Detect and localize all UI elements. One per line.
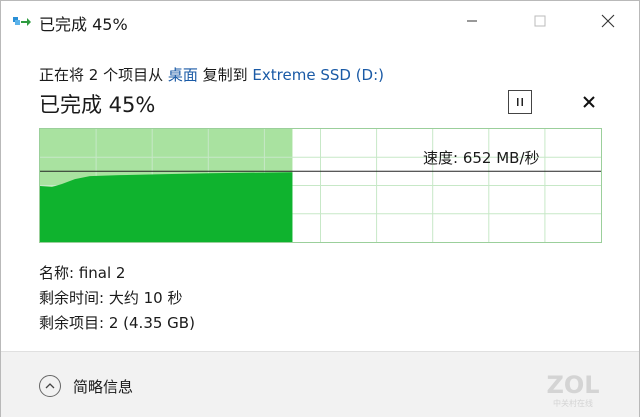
title-bar: 已完成 45% [1, 1, 639, 41]
cancel-icon [583, 96, 595, 108]
maximize-icon [534, 15, 546, 27]
pause-icon [517, 98, 523, 106]
time-value: 大约 10 秒 [108, 289, 183, 307]
cancel-button[interactable] [577, 90, 601, 114]
name-label: 名称: [39, 264, 75, 282]
close-icon [601, 14, 615, 28]
copy-dialog-window: 已完成 45% 正在将 2 个项目从 桌面 复制到 Extreme SSD (D… [0, 0, 640, 417]
transfer-speed-graph [39, 128, 602, 243]
collapse-details-button[interactable] [39, 375, 61, 397]
close-window-button[interactable] [585, 1, 631, 41]
items-value: 2 (4.35 GB) [108, 314, 195, 332]
speed-label: 速度: 652 MB/秒 [423, 149, 540, 167]
items-label: 剩余项目: [39, 314, 105, 332]
collapse-details-label[interactable]: 简略信息 [73, 376, 133, 397]
window-title: 已完成 45% [39, 15, 128, 34]
time-row: 剩余时间: 大约 10 秒 [39, 286, 195, 311]
subtitle-prefix: 正在将 2 个项目从 [39, 66, 168, 84]
minimize-button[interactable] [449, 1, 495, 41]
speed-history-area [40, 172, 293, 242]
name-value: final 2 [78, 264, 126, 282]
source-link[interactable]: 桌面 [168, 66, 198, 84]
details-panel: 名称: final 2 剩余时间: 大约 10 秒 剩余项目: 2 (4.35 … [39, 261, 195, 336]
pause-button[interactable] [508, 90, 532, 114]
maximize-button[interactable] [517, 1, 563, 41]
watermark-text: ZOL [546, 371, 599, 399]
minimize-icon [467, 20, 477, 22]
subtitle-middle: 复制到 [197, 66, 253, 84]
copy-description: 正在将 2 个项目从 桌面 复制到 Extreme SSD (D:) [39, 64, 384, 85]
copy-icon [13, 17, 31, 26]
progress-heading: 已完成 45% [39, 93, 156, 117]
chevron-up-icon [45, 383, 55, 389]
destination-link[interactable]: Extreme SSD (D:) [252, 66, 384, 84]
time-label: 剩余时间: [39, 289, 105, 307]
name-row: 名称: final 2 [39, 261, 195, 286]
zol-watermark-logo: ZOL 中关村在线 [546, 371, 599, 408]
watermark-subtext: 中关村在线 [553, 398, 593, 408]
items-row: 剩余项目: 2 (4.35 GB) [39, 311, 195, 336]
